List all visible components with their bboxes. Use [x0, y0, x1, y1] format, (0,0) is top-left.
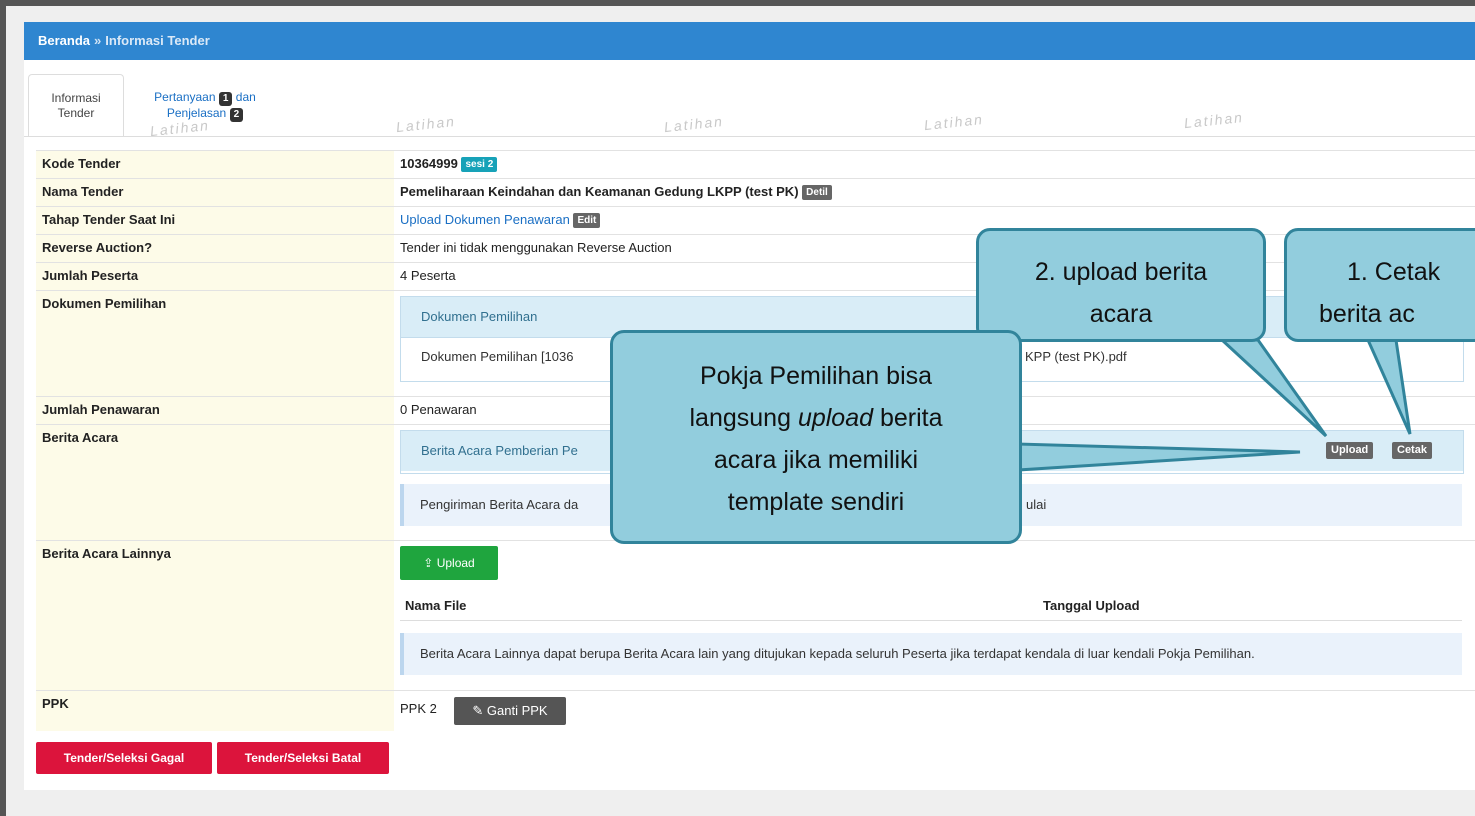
callout-3-line2-em: upload — [797, 404, 874, 432]
callout-2-line2: acara — [1089, 300, 1153, 328]
callout-3-line2-post: berita — [873, 404, 943, 432]
callout-pokja-info: Pokja Pemilihan bisa langsung upload ber… — [610, 330, 1022, 544]
callout-1-line2: berita ac — [1319, 300, 1415, 328]
callout-3-line1: Pokja Pemilihan bisa — [699, 362, 933, 390]
callout-1-tail — [1365, 338, 1412, 435]
callout-3-line3: acara jika memiliki — [713, 446, 919, 474]
callout-3-line2-pre: langsung — [689, 404, 798, 432]
callout-cetak-berita-acara: 1. Cetak berita ac — [1284, 228, 1475, 342]
callout-2-line1: 2. upload berita — [1034, 258, 1208, 286]
callout-3-tail — [1016, 442, 1301, 472]
callout-1-line1: 1. Cetak — [1347, 258, 1441, 286]
callout-3-line4: template sendiri — [727, 488, 905, 516]
callout-2-tail — [1218, 338, 1328, 438]
callout-upload-berita-acara: 2. upload berita acara — [976, 228, 1266, 342]
